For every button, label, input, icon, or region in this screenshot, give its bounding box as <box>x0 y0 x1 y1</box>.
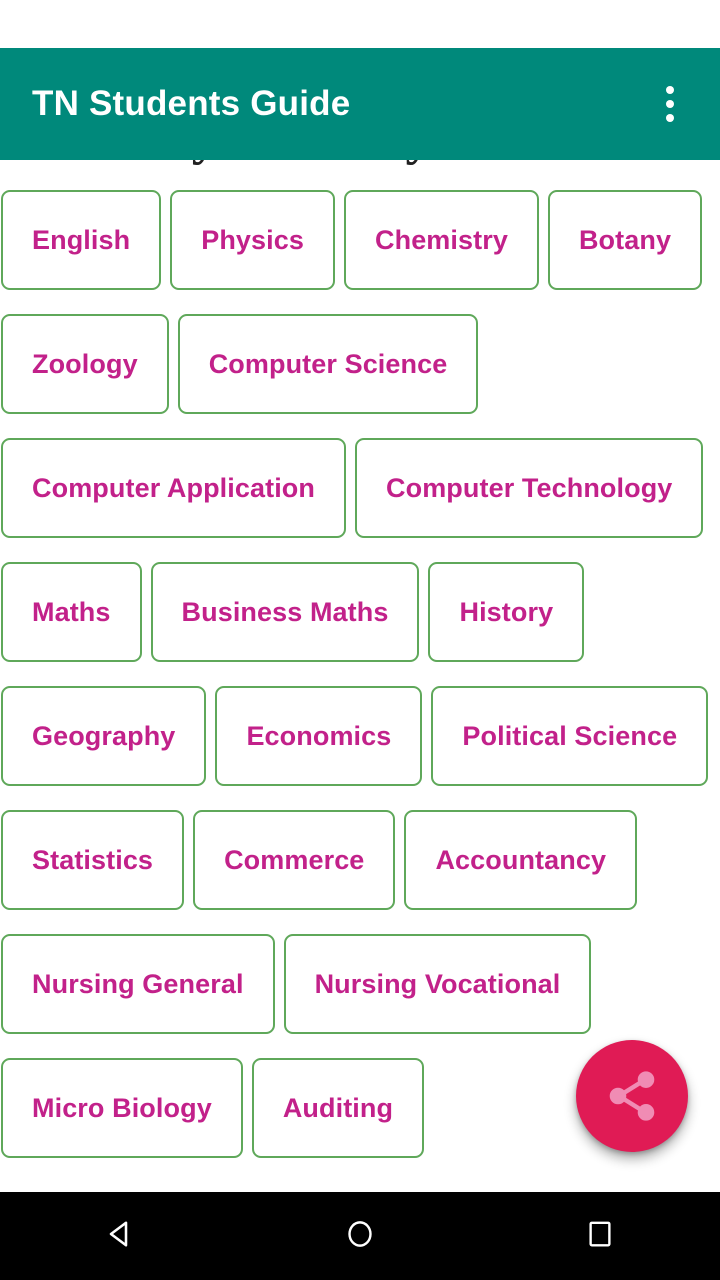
subject-chip-maths[interactable]: Maths <box>1 562 142 662</box>
app-title: TN Students Guide <box>32 84 351 123</box>
subject-chip-chemistry[interactable]: Chemistry <box>344 190 539 290</box>
triangle-back-icon <box>102 1216 138 1257</box>
chip-row: Statistics Commerce Accountancy <box>0 810 720 910</box>
chip-row: English Physics Chemistry Botany <box>0 190 720 290</box>
subject-chip-business-maths[interactable]: Business Maths <box>150 562 420 662</box>
overflow-dot <box>666 100 674 108</box>
back-button[interactable] <box>60 1192 180 1280</box>
home-button[interactable] <box>300 1192 420 1280</box>
chip-row: Maths Business Maths History <box>0 562 720 662</box>
subject-chip-zoology[interactable]: Zoology <box>1 314 169 414</box>
recents-button[interactable] <box>540 1192 660 1280</box>
scroll-content[interactable]: Study with Key Answers English Physics C… <box>0 0 720 1192</box>
subject-chip-computer-technology[interactable]: Computer Technology <box>355 438 704 538</box>
subject-chip-political-science[interactable]: Political Science <box>431 686 709 786</box>
overflow-dot <box>666 86 674 94</box>
subject-chip-micro-biology[interactable]: Micro Biology <box>1 1058 243 1158</box>
subject-chip-computer-science[interactable]: Computer Science <box>177 314 479 414</box>
chip-row: Computer Application Computer Technology <box>0 438 720 538</box>
subject-chip-botany[interactable]: Botany <box>547 190 703 290</box>
subject-chip-physics[interactable]: Physics <box>170 190 335 290</box>
subject-chip-computer-application[interactable]: Computer Application <box>1 438 346 538</box>
chip-row: Zoology Computer Science <box>0 314 720 414</box>
overflow-menu-icon[interactable] <box>642 76 698 132</box>
subject-chip-auditing[interactable]: Auditing <box>251 1058 425 1158</box>
subject-chip-geography[interactable]: Geography <box>1 686 207 786</box>
circle-home-icon <box>343 1217 377 1256</box>
share-icon <box>604 1068 660 1124</box>
subject-chip-economics[interactable]: Economics <box>215 686 423 786</box>
subject-chip-nursing-vocational[interactable]: Nursing Vocational <box>283 934 592 1034</box>
overflow-dot <box>666 114 674 122</box>
chip-row: Geography Economics Political Science <box>0 686 720 786</box>
subject-chip-statistics[interactable]: Statistics <box>1 810 185 910</box>
subject-chip-grid: English Physics Chemistry Botany Zoology… <box>0 190 720 1182</box>
android-nav-bar <box>0 1192 720 1280</box>
subject-chip-nursing-general[interactable]: Nursing General <box>1 934 275 1034</box>
subject-chip-accountancy[interactable]: Accountancy <box>404 810 638 910</box>
subject-chip-history[interactable]: History <box>428 562 585 662</box>
phone-screen: Study with Key Answers English Physics C… <box>0 0 720 1280</box>
share-fab[interactable] <box>576 1040 688 1152</box>
square-recents-icon <box>585 1219 615 1254</box>
subject-chip-commerce[interactable]: Commerce <box>193 810 396 910</box>
chip-row: Nursing General Nursing Vocational <box>0 934 720 1034</box>
subject-chip-english[interactable]: English <box>1 190 162 290</box>
app-bar: TN Students Guide <box>0 48 720 160</box>
